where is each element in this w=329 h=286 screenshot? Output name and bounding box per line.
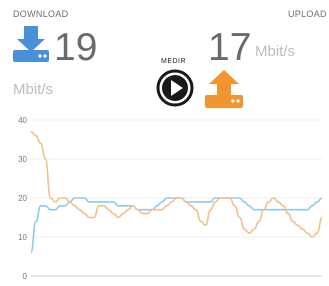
y-tick-label: 10 xyxy=(18,233,27,242)
upload-line xyxy=(30,130,323,238)
y-tick-label: 30 xyxy=(18,155,27,164)
download-unit: Mbit/s xyxy=(13,81,54,98)
play-button[interactable] xyxy=(156,69,194,112)
upload-unit: Mbit/s xyxy=(255,43,296,60)
y-tick-label: 40 xyxy=(18,116,27,125)
download-label: DOWNLOAD xyxy=(13,9,69,19)
y-tick-label: 20 xyxy=(18,194,27,203)
chart-lines xyxy=(30,130,323,254)
upload-label: UPLOAD xyxy=(288,9,327,19)
upload-icon xyxy=(205,70,243,113)
download-value: 19 xyxy=(54,26,98,69)
speed-chart: 0 10 20 30 40 xyxy=(18,116,323,281)
play-icon xyxy=(156,69,194,107)
medir-label: MEDIR xyxy=(161,58,187,65)
y-axis: 0 10 20 30 40 xyxy=(18,116,27,281)
download-icon xyxy=(13,26,49,67)
upload-value: 17 xyxy=(208,26,252,69)
y-tick-label: 0 xyxy=(23,272,28,281)
